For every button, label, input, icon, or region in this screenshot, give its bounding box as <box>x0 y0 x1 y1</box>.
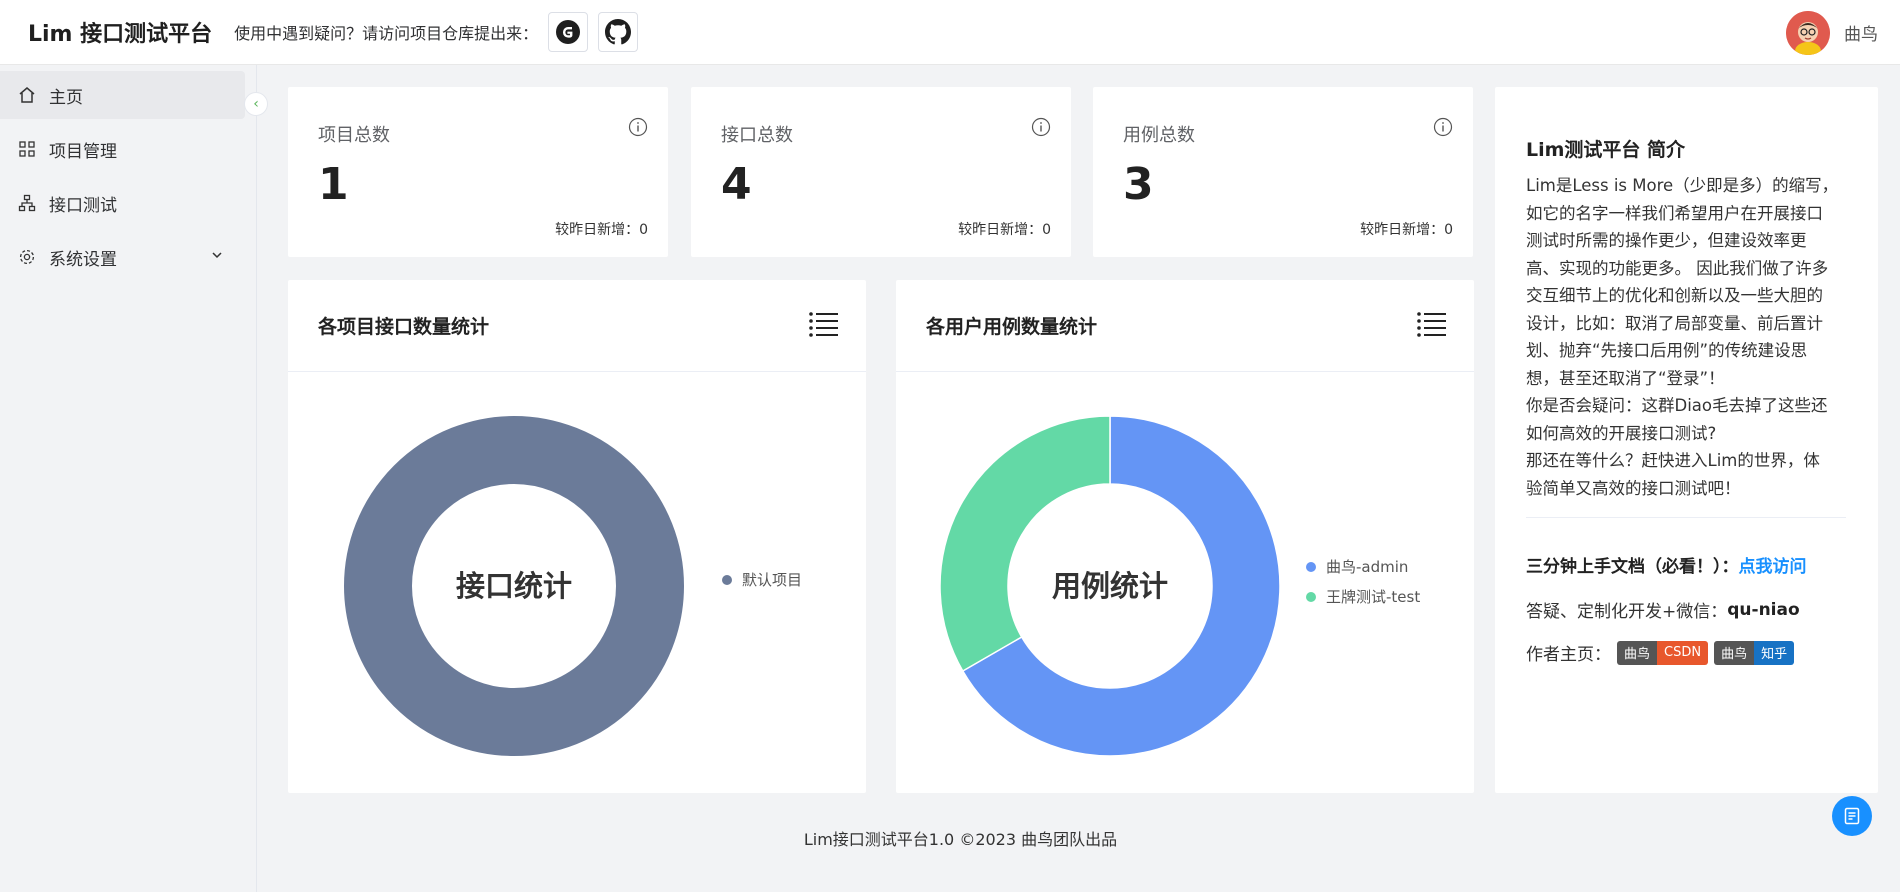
intro-title: Lim测试平台 简介 <box>1526 139 1686 161</box>
chart-header: 各用户用例数量统计 <box>896 280 1474 372</box>
gitee-icon <box>556 20 581 44</box>
document-icon <box>1844 807 1860 825</box>
donut-chart: 用例统计 <box>939 415 1281 757</box>
legend-item[interactable]: 王牌测试-test <box>1306 586 1420 607</box>
github-icon <box>605 19 632 45</box>
chart-center-label: 接口统计 <box>456 569 572 603</box>
zhihu-badge[interactable]: 曲鸟 知乎 <box>1714 640 1795 665</box>
csdn-badge[interactable]: 曲鸟 CSDN <box>1617 640 1709 665</box>
stat-card-apis: 接口总数 4 较昨日新增：0 <box>691 87 1071 257</box>
gear-icon <box>18 247 38 267</box>
legend-dot <box>1306 591 1316 602</box>
doc-line: 三分钟上手文档（必看！）： 点我访问 <box>1526 552 1807 577</box>
grid-icon <box>18 139 38 159</box>
info-icon[interactable] <box>1031 117 1051 141</box>
home-icon <box>18 85 38 105</box>
list-menu-icon[interactable] <box>1416 311 1446 341</box>
stat-value: 3 <box>1123 159 1154 210</box>
legend-item[interactable]: 曲鸟-admin <box>1306 556 1408 577</box>
stat-delta: 较昨日新增：0 <box>555 222 648 238</box>
stat-title: 项目总数 <box>318 125 390 146</box>
floating-doc-button[interactable] <box>1832 796 1872 836</box>
help-text: 使用中遇到疑问？请访问项目仓库提出来： <box>234 24 539 43</box>
sidebar-collapse-button[interactable]: ‹ <box>244 92 268 116</box>
sidebar: 主页 项目管理 接口测试 系统设置 <box>0 65 257 892</box>
footer: Lim接口测试平台1.0 ©2023 曲鸟团队出品 <box>803 830 1118 849</box>
pie-slice[interactable] <box>939 415 1111 673</box>
sidebar-item-label: 项目管理 <box>49 141 117 162</box>
chevron-left-icon: ‹ <box>253 96 259 112</box>
sidebar-item-projects[interactable]: 项目管理 <box>0 125 256 173</box>
chart-title: 各项目接口数量统计 <box>318 316 490 338</box>
info-icon[interactable] <box>1433 117 1453 141</box>
avatar-image-icon <box>1786 10 1830 55</box>
stat-value: 1 <box>318 159 349 210</box>
divider <box>1526 517 1846 518</box>
doc-link[interactable]: 点我访问 <box>1739 552 1807 577</box>
sitemap-icon <box>18 193 38 213</box>
github-button[interactable] <box>598 12 639 52</box>
legend-label: 曲鸟-admin <box>1326 558 1409 576</box>
user-area[interactable]: 曲鸟 <box>1786 0 1878 65</box>
top-header: Lim 接口测试平台 使用中遇到疑问？请访问项目仓库提出来： 曲鸟 <box>0 0 1900 65</box>
legend-dot <box>1306 561 1316 572</box>
stat-value: 4 <box>721 159 752 210</box>
chart-card-cases-per-user: 各用户用例数量统计 用例统计 曲鸟-admin 王牌测试-test <box>896 280 1474 793</box>
stat-title: 接口总数 <box>721 125 793 146</box>
author-line: 作者主页： 曲鸟 CSDN 曲鸟 知乎 <box>1526 640 1795 665</box>
chart-header: 各项目接口数量统计 <box>288 280 866 372</box>
chevron-down-icon[interactable] <box>210 247 224 267</box>
app-logo[interactable]: Lim 接口测试平台 <box>28 16 212 48</box>
info-icon[interactable] <box>628 117 648 141</box>
legend-label: 王牌测试-test <box>1326 588 1421 606</box>
wechat-id: qu-niao <box>1727 599 1800 620</box>
intro-body: Lim是Less is More（少即是多）的缩写， 如它的名字一样我们希望用户… <box>1526 176 1839 498</box>
sidebar-item-label: 主页 <box>49 87 83 108</box>
stat-delta: 较昨日新增：0 <box>958 222 1051 238</box>
legend-item[interactable]: 默认项目 <box>722 569 802 590</box>
chart-title: 各用户用例数量统计 <box>926 316 1098 338</box>
legend-dot <box>722 574 732 585</box>
intro-card: Lim测试平台 简介 Lim是Less is More（少即是多）的缩写， 如它… <box>1495 87 1878 793</box>
legend-label: 默认项目 <box>742 571 803 589</box>
username[interactable]: 曲鸟 <box>1844 20 1878 45</box>
sidebar-item-api-test[interactable]: 接口测试 <box>0 179 256 227</box>
sidebar-item-label: 系统设置 <box>49 249 117 270</box>
stat-delta: 较昨日新增：0 <box>1360 222 1453 238</box>
sidebar-item-settings[interactable]: 系统设置 <box>0 233 256 281</box>
sidebar-item-label: 接口测试 <box>49 195 117 216</box>
avatar[interactable] <box>1786 10 1830 55</box>
list-menu-icon[interactable] <box>808 311 838 341</box>
stat-card-projects: 项目总数 1 较昨日新增：0 <box>288 87 668 257</box>
chart-center-label: 用例统计 <box>1052 569 1168 603</box>
stat-title: 用例总数 <box>1123 125 1195 146</box>
stat-card-cases: 用例总数 3 较昨日新增：0 <box>1093 87 1473 257</box>
chart-card-api-per-project: 各项目接口数量统计 接口统计 默认项目 <box>288 280 866 793</box>
gitee-button[interactable] <box>548 12 589 52</box>
sidebar-item-home[interactable]: 主页 <box>0 71 245 119</box>
contact-line: 答疑、定制化开发+微信： qu-niao <box>1526 599 1800 623</box>
